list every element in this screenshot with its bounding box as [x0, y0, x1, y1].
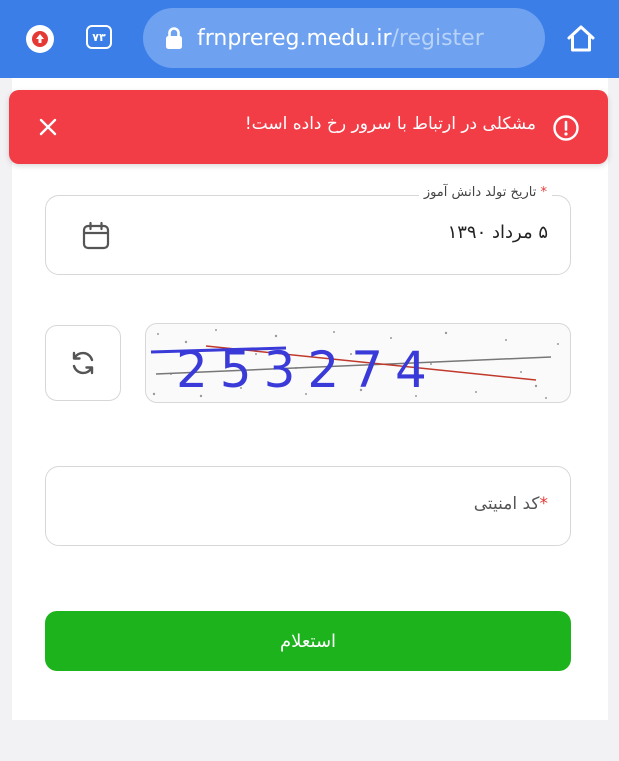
alert-circle-icon: [553, 115, 579, 141]
arrow-up-icon: [32, 31, 48, 47]
close-icon: [39, 118, 57, 136]
captcha-refresh-button[interactable]: [45, 325, 121, 401]
required-mark: *: [539, 494, 549, 514]
lock-icon: [166, 27, 182, 49]
home-icon[interactable]: [564, 22, 598, 56]
tab-count: ۷۳: [92, 30, 106, 44]
required-mark: *: [540, 185, 548, 200]
security-code-placeholder-text: کد امنیتی: [473, 494, 540, 514]
birth-date-value: ۵ مرداد ۱۳۹۰: [447, 222, 548, 243]
captcha-image: 253274: [145, 323, 571, 403]
birth-date-field[interactable]: * تاریخ تولد دانش آموز ۵ مرداد ۱۳۹۰: [45, 185, 571, 275]
toast-close-button[interactable]: [33, 112, 63, 142]
browser-extension-button[interactable]: [26, 25, 54, 53]
tab-count-button[interactable]: ۷۳: [86, 25, 112, 49]
url-text: frnprereg.medu.ir/register: [197, 26, 484, 51]
inquiry-button[interactable]: استعلام: [45, 611, 571, 671]
security-code-placeholder: *کد امنیتی: [474, 494, 548, 514]
toast-message: مشکلی در ارتباط با سرور رخ داده است!: [244, 114, 536, 134]
captcha-graphic: 253274: [150, 329, 559, 399]
refresh-icon: [72, 351, 94, 375]
security-code-input[interactable]: *کد امنیتی: [45, 466, 571, 546]
browser-toolbar: ۷۳ frnprereg.medu.ir/register: [0, 0, 619, 78]
inquiry-button-label: استعلام: [279, 630, 337, 652]
url-host: frnprereg.medu.ir: [197, 25, 392, 51]
birth-date-label-text: تاریخ تولد دانش آموز: [423, 185, 537, 200]
address-bar[interactable]: frnprereg.medu.ir/register: [143, 8, 545, 68]
calendar-icon[interactable]: [80, 220, 112, 252]
error-toast: مشکلی در ارتباط با سرور رخ داده است!: [9, 90, 608, 164]
captcha-text: 253274: [176, 341, 439, 399]
birth-date-label: * تاریخ تولد دانش آموز: [418, 185, 552, 200]
url-path: /register: [391, 25, 484, 51]
